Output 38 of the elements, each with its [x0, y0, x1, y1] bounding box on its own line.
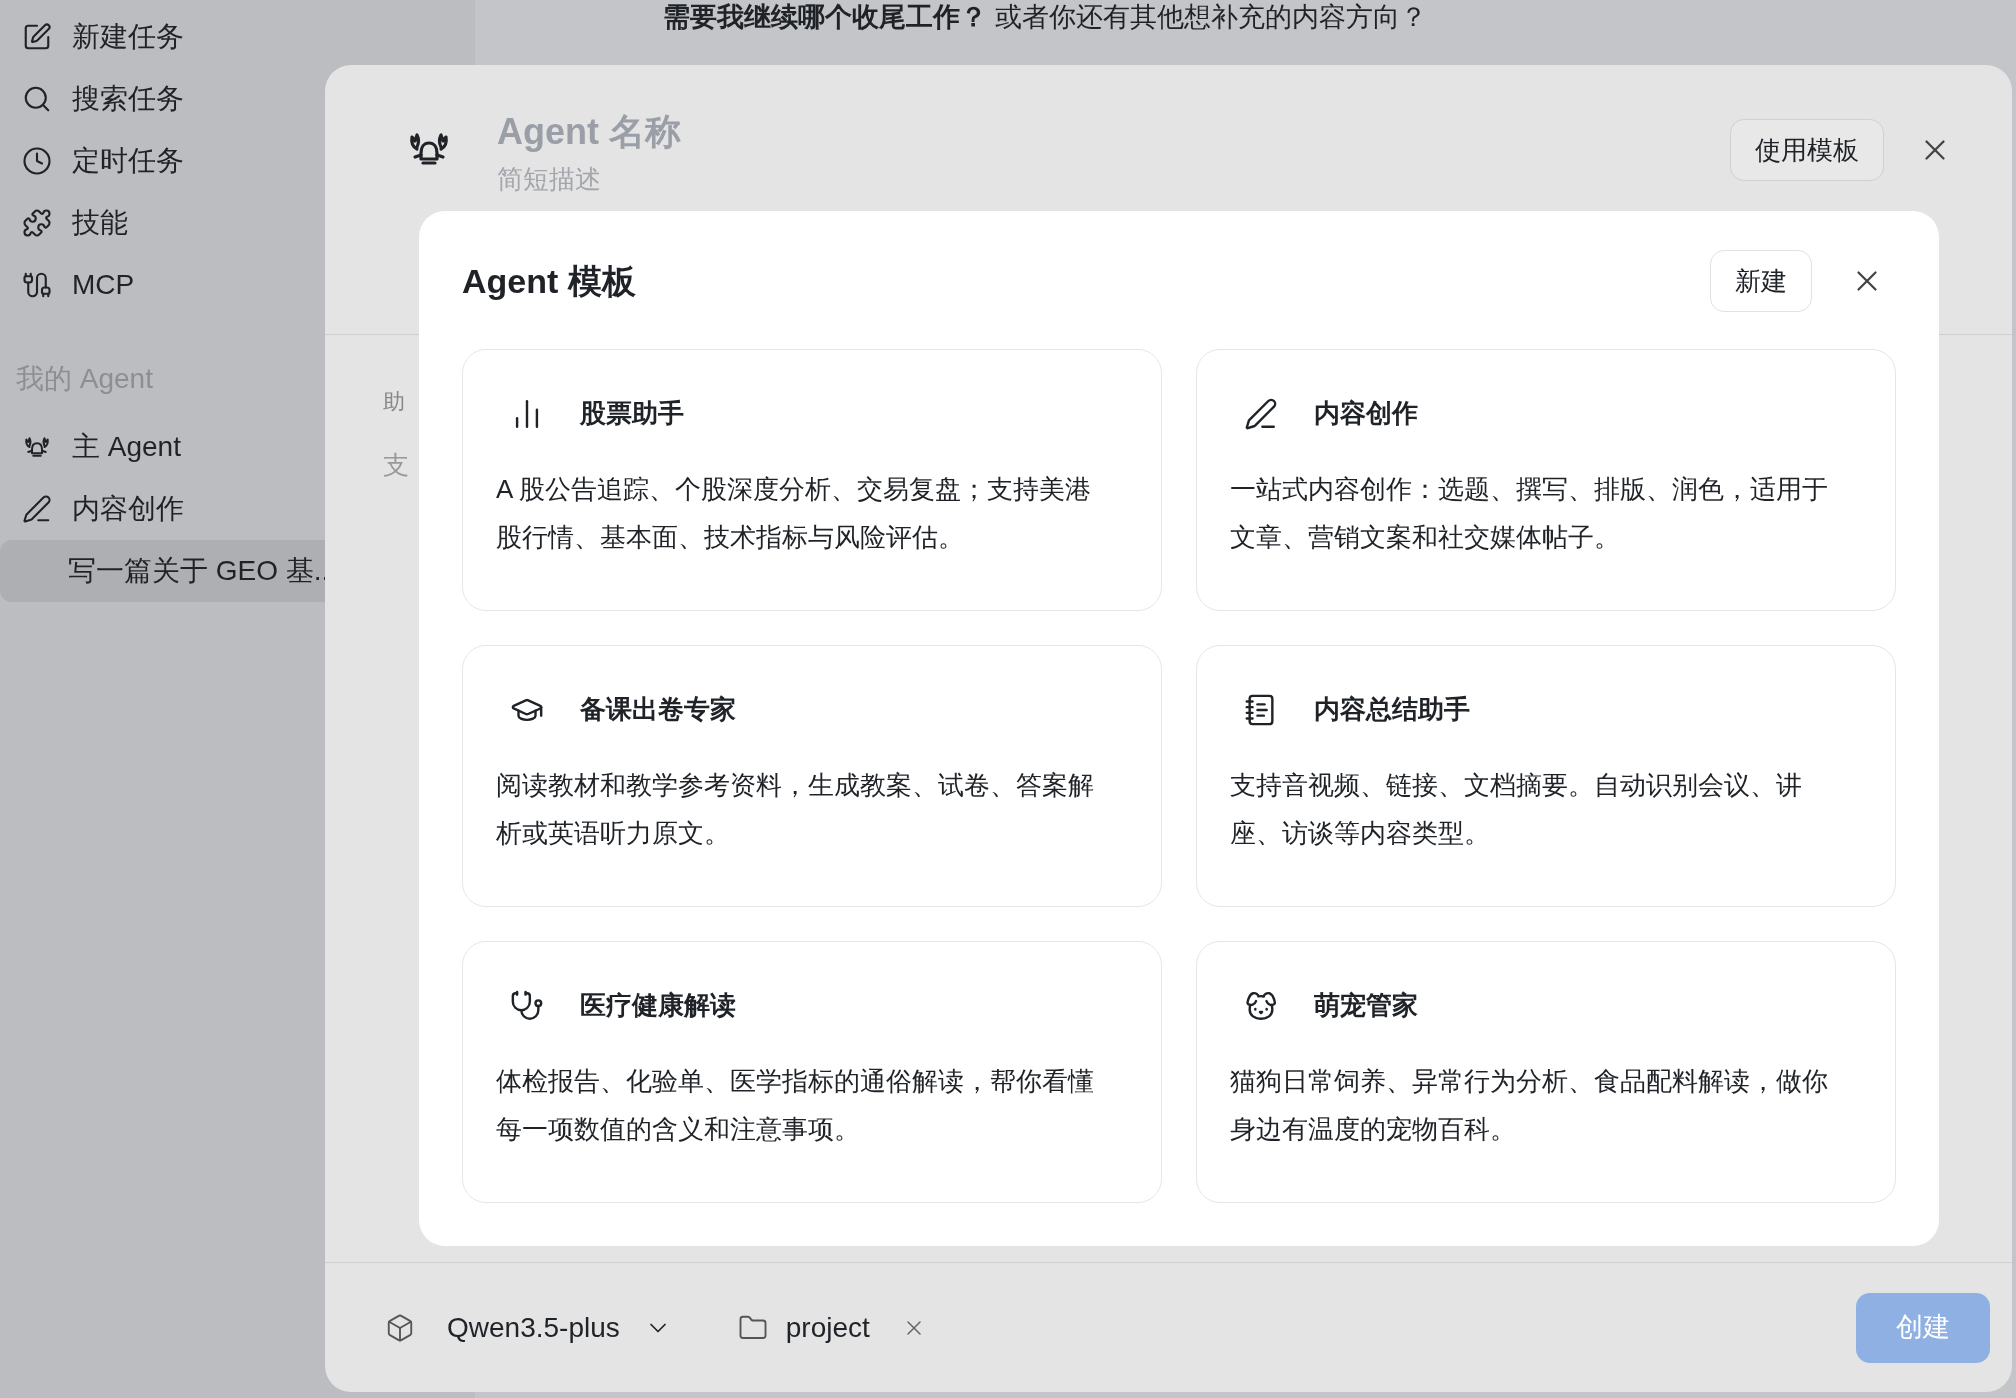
- template-title: 内容创作: [1314, 397, 1418, 430]
- template-description: 一站式内容创作：选题、撰写、排版、润色，适用于文章、营销文案和社交媒体帖子。: [1230, 473, 1829, 554]
- template-title: 股票助手: [580, 397, 684, 430]
- sidebar-item[interactable]: 技能: [0, 192, 475, 254]
- modal-title: Agent 模板: [462, 260, 636, 302]
- template-card[interactable]: 内容创作 一站式内容创作：选题、撰写、排版、润色，适用于文章、营销文案和社交媒体帖子。: [1196, 349, 1896, 611]
- sidebar-item[interactable]: 新建任务: [0, 6, 475, 68]
- template-description: 阅读教材和教学参考资料，生成教案、试卷、答案解析或英语听力原文。: [496, 769, 1095, 850]
- pen-icon: [22, 494, 52, 524]
- new-button[interactable]: 新建: [1710, 250, 1812, 312]
- template-title: 医疗健康解读: [580, 989, 736, 1022]
- template-card[interactable]: 备课出卷专家 阅读教材和教学参考资料，生成教案、试卷、答案解析或英语听力原文。: [462, 645, 1162, 907]
- template-description: A 股公告追踪、个股深度分析、交易复盘；支持美港股行情、基本面、技术指标与风险评估。: [496, 473, 1093, 554]
- template-card[interactable]: 内容总结助手 支持音视频、链接、文档摘要。自动识别会议、讲座、访谈等内容类型。: [1196, 645, 1896, 907]
- template-card[interactable]: 医疗健康解读 体检报告、化验单、医学指标的通俗解读，帮你看懂每一项数值的含义和注意事项。: [462, 941, 1162, 1203]
- template-card[interactable]: 股票助手 A 股公告追踪、个股深度分析、交易复盘；支持美港股行情、基本面、技术指标与风险评估。: [462, 349, 1162, 611]
- edit-icon: [22, 22, 52, 52]
- template-description: 猫狗日常饲养、异常行为分析、食品配料解读，做你身边有温度的宠物百科。: [1230, 1065, 1829, 1146]
- puzzle-icon: [22, 208, 52, 238]
- sidebar-item[interactable]: 定时任务: [0, 130, 475, 192]
- cable-icon: [22, 270, 52, 300]
- template-title: 备课出卷专家: [580, 693, 736, 726]
- model-selector[interactable]: Qwen3.5-plus: [447, 1306, 672, 1349]
- template-title: 内容总结助手: [1314, 693, 1470, 726]
- template-description: 支持音视频、链接、文档摘要。自动识别会议、讲座、访谈等内容类型。: [1230, 769, 1803, 850]
- field-label: 助: [383, 388, 405, 416]
- template-description: 体检报告、化验单、医学指标的通俗解读，帮你看懂每一项数值的含义和注意事项。: [496, 1065, 1095, 1146]
- clock-icon: [22, 146, 52, 176]
- template-card[interactable]: 萌宠管家 猫狗日常饲养、异常行为分析、食品配料解读，做你身边有温度的宠物百科。: [1196, 941, 1896, 1203]
- template-title: 萌宠管家: [1314, 989, 1418, 1022]
- folder-name: project: [785, 1310, 870, 1345]
- search-icon: [22, 84, 52, 114]
- pen-icon: [1244, 396, 1278, 431]
- cube-icon: [385, 1312, 415, 1343]
- chat-message: 需要我继续哪个收尾工作？ 或者你还有其他想补充的内容方向？: [663, 1, 1428, 34]
- stethoscope-icon: [510, 988, 544, 1023]
- sidebar-item[interactable]: 搜索任务: [0, 68, 475, 130]
- use-template-button[interactable]: 使用模板: [1730, 119, 1884, 181]
